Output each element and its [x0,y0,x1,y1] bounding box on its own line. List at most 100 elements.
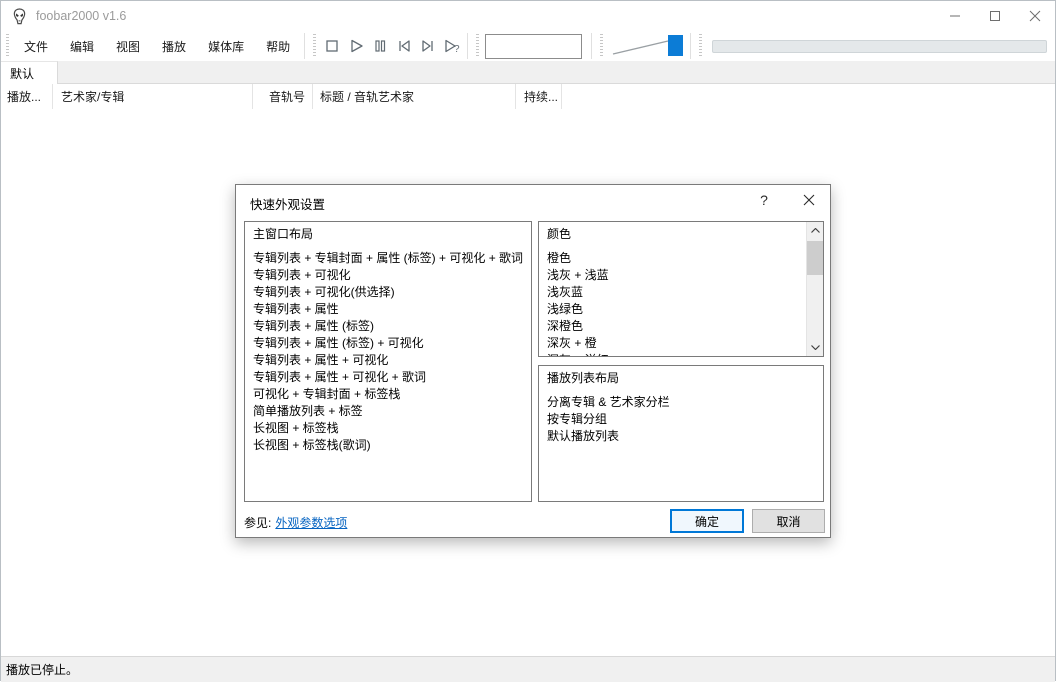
color-option[interactable]: 橙色 [539,250,823,267]
playlist-layout-listbox[interactable]: 播放列表布局 分离专辑 & 艺术家分栏 按专辑分组 默认播放列表 [538,365,824,502]
foobar2000-logo-icon [13,7,26,24]
color-option[interactable]: 浅灰 + 浅蓝 [539,267,823,284]
maximize-button[interactable] [975,1,1015,31]
toolbar: 文件 编辑 视图 播放 媒体库 帮助 ? [1,31,1055,61]
quick-appearance-dialog: 快速外观设置 ? 主窗口布局 专辑列表 + 专辑封面 + 属性 (标签) + 可… [235,184,831,538]
menu-file[interactable]: 文件 [13,31,59,61]
app-window: foobar2000 v1.6 文件 编辑 视图 播放 媒体库 帮助 ? 默认 … [0,0,1056,682]
order-grip-handle[interactable] [476,34,480,58]
main-layout-option[interactable]: 专辑列表 + 属性 [245,301,531,318]
chevron-down-icon [811,345,820,350]
titlebar: foobar2000 v1.6 [1,1,1055,31]
color-option[interactable]: 浅绿色 [539,301,823,318]
color-option[interactable]: 深橙色 [539,318,823,335]
main-layout-option[interactable]: 可视化 + 专辑封面 + 标签栈 [245,386,531,403]
toolbar-separator [304,33,306,59]
column-spacer [562,84,1055,109]
playback-order-combobox[interactable] [485,33,583,59]
menu-help[interactable]: 帮助 [255,31,301,61]
tab-default[interactable]: 默认 [1,61,58,84]
tab-label: 默认 [10,66,35,81]
menu-playback[interactable]: 播放 [151,31,197,61]
main-layout-option[interactable]: 简单播放列表 + 标签 [245,403,531,420]
seekbar[interactable] [712,39,1047,53]
stop-icon [326,40,338,52]
playlist-layout-option[interactable]: 分离专辑 & 艺术家分栏 [539,394,823,411]
toolbar-separator [467,33,469,59]
main-layout-option[interactable]: 专辑列表 + 属性 (标签) [245,318,531,335]
chevron-up-icon [811,228,820,233]
close-icon [1029,10,1041,22]
color-option[interactable]: 深灰 + 洋红 [539,352,823,356]
pause-button[interactable] [368,34,392,58]
color-option[interactable]: 深灰 + 橙 [539,335,823,352]
main-layout-option[interactable]: 专辑列表 + 属性 (标签) + 可视化 [245,335,531,352]
toolbar-separator [690,33,692,59]
close-button[interactable] [1015,1,1055,31]
main-layout-option[interactable]: 专辑列表 + 属性 + 可视化 + 歌词 [245,369,531,386]
main-layout-option[interactable]: 专辑列表 + 可视化(供选择) [245,284,531,301]
playlist-layout-option[interactable]: 按专辑分组 [539,411,823,428]
menu-edit[interactable]: 编辑 [59,31,105,61]
main-layout-option[interactable]: 专辑列表 + 属性 + 可视化 [245,352,531,369]
playlist-layout-option[interactable]: 默认播放列表 [539,428,823,445]
menu-view[interactable]: 视图 [105,31,151,61]
previous-track-button[interactable] [392,34,416,58]
menubar: 文件 编辑 视图 播放 媒体库 帮助 [13,31,301,61]
random-button[interactable]: ? [440,34,464,58]
color-option[interactable]: 浅灰蓝 [539,284,823,301]
statusbar: 播放已停止。 [1,656,1055,682]
minimize-button[interactable] [935,1,975,31]
maximize-icon [990,11,1000,21]
column-title-track-artist[interactable]: 标题 / 音轨艺术家 [313,84,516,109]
random-icon: ? [445,39,460,55]
window-title: foobar2000 v1.6 [36,9,127,23]
colors-scrollbar[interactable] [806,222,823,356]
cancel-button[interactable]: 取消 [752,509,825,533]
volume-slider[interactable] [611,33,684,59]
column-duration[interactable]: 持续... [516,84,562,109]
column-artist-album[interactable]: 艺术家/专辑 [53,84,253,109]
stop-button[interactable] [320,34,344,58]
scroll-up-button[interactable] [807,222,823,239]
next-track-icon [422,40,433,52]
seekbar-grip-handle[interactable] [699,34,703,58]
play-button[interactable] [344,34,368,58]
toolbar-separator [591,33,593,59]
see-also-label: 参见: [244,516,272,530]
playlist-layout-header: 播放列表布局 [547,371,620,385]
volume-grip-handle[interactable] [600,34,604,58]
colors-listbox[interactable]: 颜色 橙色浅灰 + 浅蓝浅灰蓝浅绿色深橙色深灰 + 橙深灰 + 洋红 [538,221,824,357]
status-text: 播放已停止。 [6,663,79,677]
close-icon [803,194,815,206]
playback-grip-handle[interactable] [313,34,317,58]
menu-library[interactable]: 媒体库 [197,31,255,61]
colors-header: 颜色 [547,227,572,241]
scrollbar-thumb[interactable] [807,241,823,275]
dialog-help-button[interactable]: ? [748,185,780,215]
main-layout-option[interactable]: 专辑列表 + 可视化 [245,267,531,284]
dialog-title: 快速外观设置 [250,198,326,212]
column-track-number[interactable]: 音轨号 [253,84,313,109]
appearance-preferences-link[interactable]: 外观参数选项 [275,514,347,531]
next-track-button[interactable] [416,34,440,58]
playlist-tabs: 默认 [1,61,1055,84]
playlist-column-headers: 播放... 艺术家/专辑 音轨号 标题 / 音轨艺术家 持续... [1,84,1055,109]
main-layout-option[interactable]: 长视图 + 标签栈(歌词) [245,437,531,454]
scroll-down-button[interactable] [807,339,823,356]
column-playing[interactable]: 播放... [1,84,53,109]
ok-button[interactable]: 确定 [670,509,744,533]
pause-icon [375,40,386,52]
previous-track-icon [399,40,410,52]
main-layout-listbox[interactable]: 主窗口布局 专辑列表 + 专辑封面 + 属性 (标签) + 可视化 + 歌词 专辑… [244,221,532,502]
main-layout-header: 主窗口布局 [253,227,314,241]
main-layout-option[interactable]: 长视图 + 标签栈 [245,420,531,437]
play-icon [351,39,363,53]
help-icon: ? [760,192,768,208]
dialog-close-button[interactable] [793,185,825,215]
minimize-icon [950,15,960,17]
menu-grip-handle[interactable] [6,34,9,58]
main-layout-option[interactable]: 专辑列表 + 专辑封面 + 属性 (标签) + 可视化 + 歌词 [245,250,531,267]
see-also: 参见: 外观参数选项 [244,514,347,531]
volume-handle[interactable] [668,35,684,56]
